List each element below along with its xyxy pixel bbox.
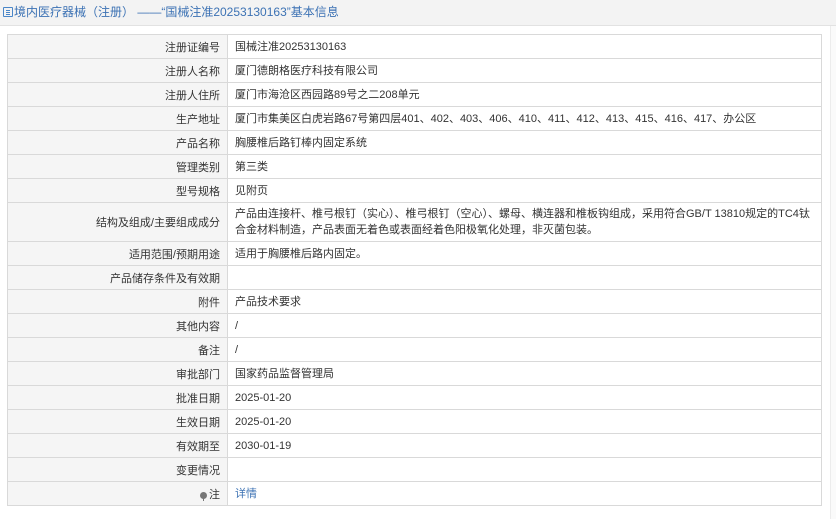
- table-row: 批准日期 2025-01-20: [7, 385, 822, 410]
- row-value: 2025-01-20: [227, 409, 822, 434]
- row-label: 注册人名称: [7, 58, 228, 83]
- row-label: 批准日期: [7, 385, 228, 410]
- row-label: 变更情况: [7, 457, 228, 482]
- row-value: 厦门市海沧区西园路89号之二208单元: [227, 82, 822, 107]
- row-value: 适用于胸腰椎后路内固定。: [227, 241, 822, 266]
- row-label: 产品储存条件及有效期: [7, 265, 228, 290]
- vertical-scrollbar[interactable]: [830, 26, 836, 519]
- table-row: 结构及组成/主要组成成分 产品由连接杆、椎弓根钉（实心）、椎弓根钉（空心）、螺母…: [7, 202, 822, 242]
- table-row: 型号规格 见附页: [7, 178, 822, 203]
- table-row: 产品储存条件及有效期: [7, 265, 822, 290]
- table-row: 备注 /: [7, 337, 822, 362]
- detail-link[interactable]: 详情: [235, 488, 257, 500]
- table-row: 有效期至 2030-01-19: [7, 433, 822, 458]
- page-title: 境内医疗器械（注册） ——“国械注准20253130163”基本信息: [14, 5, 339, 19]
- note-label: 注: [209, 488, 220, 501]
- row-label: 其他内容: [7, 313, 228, 338]
- note-value-cell: 详情: [227, 481, 822, 506]
- row-label: 备注: [7, 337, 228, 362]
- row-value: [227, 457, 822, 482]
- row-label: 生效日期: [7, 409, 228, 434]
- table-row: 注册人名称 厦门德朗格医疗科技有限公司: [7, 58, 822, 83]
- table-row: 其他内容 /: [7, 313, 822, 338]
- row-label: 审批部门: [7, 361, 228, 386]
- row-value: 产品技术要求: [227, 289, 822, 314]
- row-label: 注册证编号: [7, 34, 228, 59]
- pin-icon: [200, 491, 207, 501]
- list-icon: [3, 7, 13, 17]
- registration-info-table: 注册证编号 国械注准20253130163 注册人名称 厦门德朗格医疗科技有限公…: [7, 34, 822, 506]
- row-value: 第三类: [227, 154, 822, 179]
- row-label: 注册人住所: [7, 82, 228, 107]
- row-value: 厦门德朗格医疗科技有限公司: [227, 58, 822, 83]
- table-row: 附件 产品技术要求: [7, 289, 822, 314]
- table-row: 生产地址 厦门市集美区白虎岩路67号第四层401、402、403、406、410…: [7, 106, 822, 131]
- row-label: 附件: [7, 289, 228, 314]
- note-label-cell: 注: [7, 481, 228, 506]
- info-table-container: 注册证编号 国械注准20253130163 注册人名称 厦门德朗格医疗科技有限公…: [7, 34, 822, 506]
- table-row: 注册证编号 国械注准20253130163: [7, 34, 822, 59]
- row-label: 型号规格: [7, 178, 228, 203]
- page-header: 境内医疗器械（注册） ——“国械注准20253130163”基本信息: [0, 0, 836, 26]
- row-label: 生产地址: [7, 106, 228, 131]
- row-value: 国家药品监督管理局: [227, 361, 822, 386]
- table-row: 适用范围/预期用途 适用于胸腰椎后路内固定。: [7, 241, 822, 266]
- table-row: 注册人住所 厦门市海沧区西园路89号之二208单元: [7, 82, 822, 107]
- row-label: 有效期至: [7, 433, 228, 458]
- row-label: 适用范围/预期用途: [7, 241, 228, 266]
- table-row: 管理类别 第三类: [7, 154, 822, 179]
- row-value: 2025-01-20: [227, 385, 822, 410]
- table-row: 变更情况: [7, 457, 822, 482]
- row-value: /: [227, 337, 822, 362]
- table-row: 生效日期 2025-01-20: [7, 409, 822, 434]
- row-value: [227, 265, 822, 290]
- row-value: 2030-01-19: [227, 433, 822, 458]
- row-value: 国械注准20253130163: [227, 34, 822, 59]
- row-label: 管理类别: [7, 154, 228, 179]
- row-value: 产品由连接杆、椎弓根钉（实心）、椎弓根钉（空心）、螺母、横连器和椎板钩组成，采用…: [227, 202, 822, 242]
- row-label: 产品名称: [7, 130, 228, 155]
- table-row-note: 注 详情: [7, 481, 822, 506]
- row-value: /: [227, 313, 822, 338]
- row-value: 厦门市集美区白虎岩路67号第四层401、402、403、406、410、411、…: [227, 106, 822, 131]
- row-value: 见附页: [227, 178, 822, 203]
- table-row: 产品名称 胸腰椎后路钉棒内固定系统: [7, 130, 822, 155]
- row-label: 结构及组成/主要组成成分: [7, 202, 228, 242]
- row-value: 胸腰椎后路钉棒内固定系统: [227, 130, 822, 155]
- table-row: 审批部门 国家药品监督管理局: [7, 361, 822, 386]
